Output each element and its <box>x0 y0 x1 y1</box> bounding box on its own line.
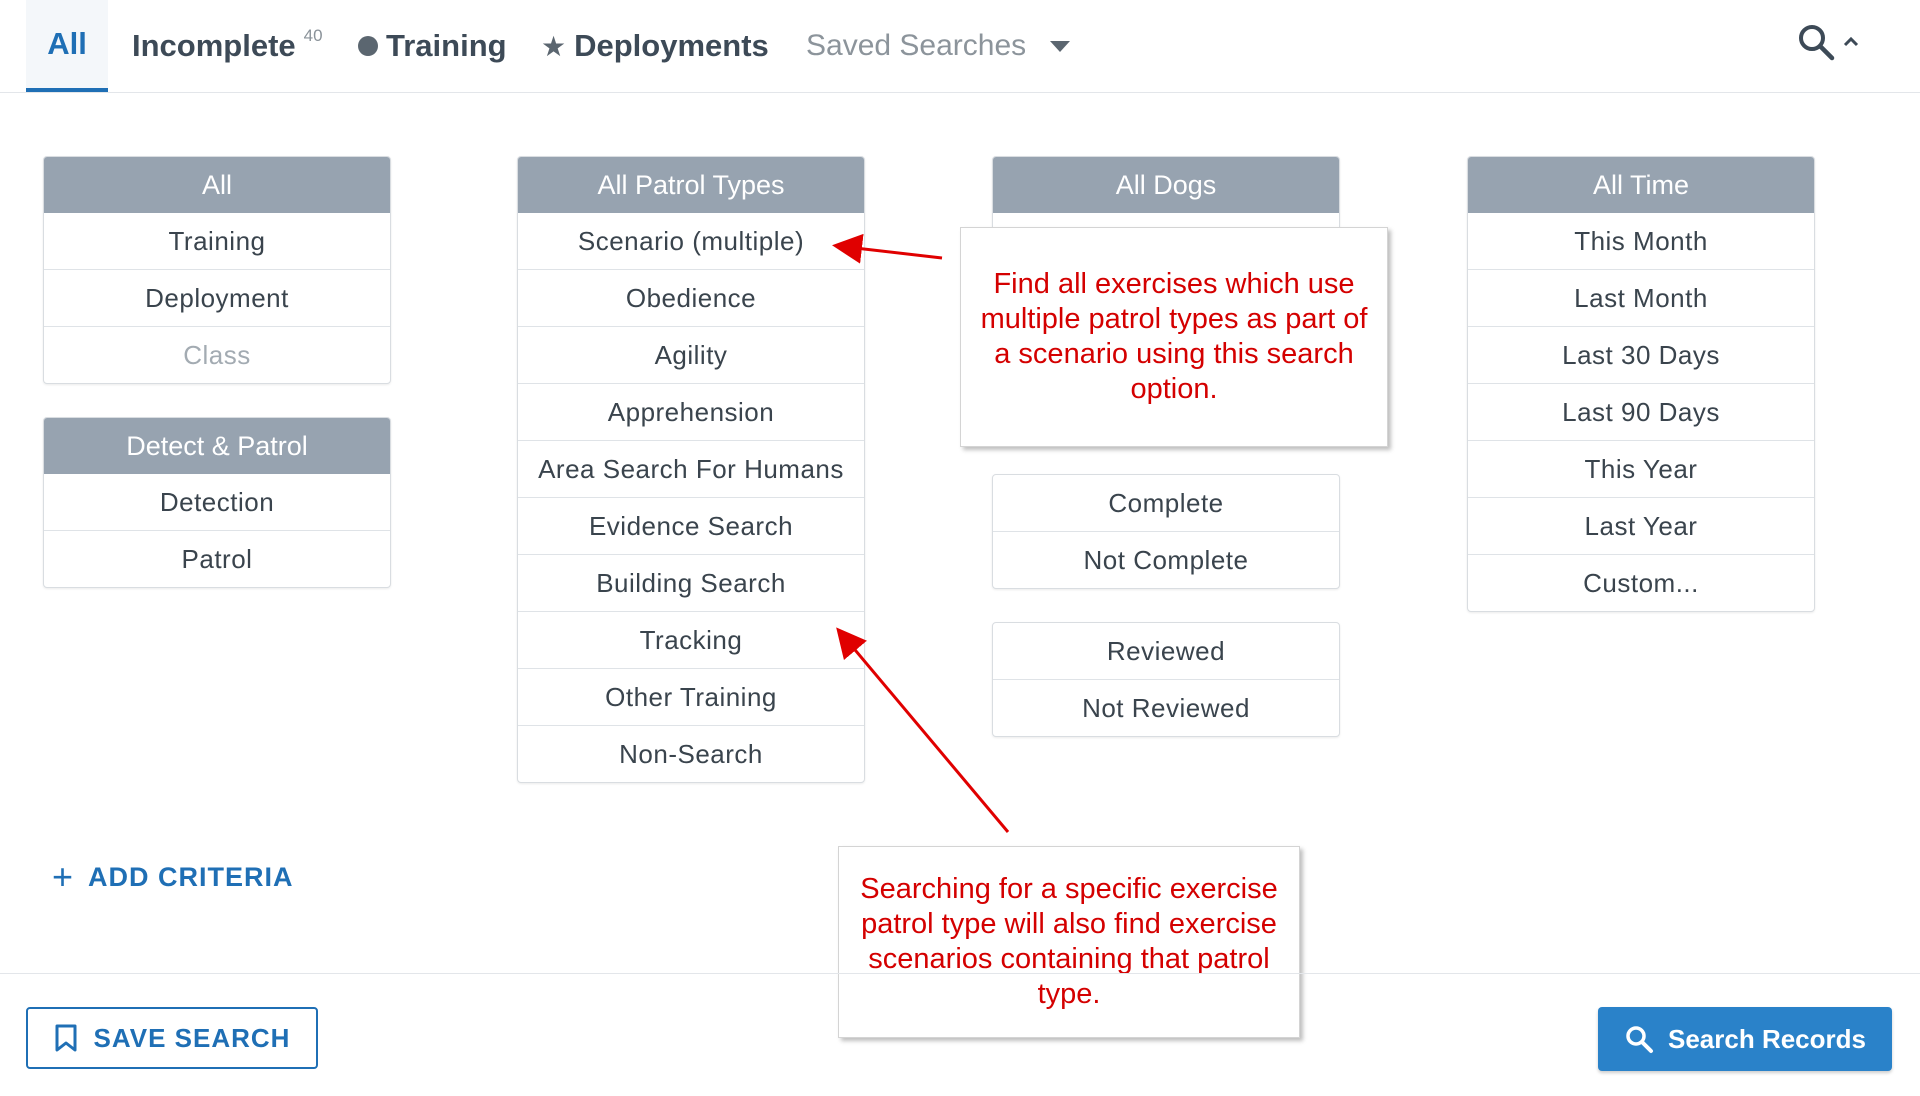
star-icon: ★ <box>541 30 567 62</box>
filter-option-non-search[interactable]: Non-Search <box>518 725 864 782</box>
tab-all[interactable]: All <box>26 0 108 92</box>
filter-option-class[interactable]: Class <box>44 326 390 383</box>
callout-scenario-note: Find all exercises which use multiple pa… <box>960 227 1388 447</box>
search-records-button[interactable]: Search Records <box>1598 1007 1892 1071</box>
filter-group-detect-patrol: Detect & Patrol Detection Patrol <box>43 417 391 588</box>
filter-option-last-year[interactable]: Last Year <box>1468 497 1814 554</box>
filter-option-apprehension[interactable]: Apprehension <box>518 383 864 440</box>
tab-training[interactable]: Training <box>358 0 507 92</box>
filter-option-detection[interactable]: Detection <box>44 474 390 530</box>
filter-option-reviewed[interactable]: Reviewed <box>993 623 1339 679</box>
filter-option-not-reviewed[interactable]: Not Reviewed <box>993 679 1339 736</box>
filter-group-time: All Time This Month Last Month Last 30 D… <box>1467 156 1815 612</box>
tab-deployments-label: Deployments <box>574 28 769 63</box>
incomplete-count-badge: 40 <box>303 26 323 45</box>
filter-group-complete: Complete Not Complete <box>992 474 1340 589</box>
tab-all-label: All <box>47 26 87 61</box>
filter-option-last-90-days[interactable]: Last 90 Days <box>1468 383 1814 440</box>
filter-option-area-search[interactable]: Area Search For Humans <box>518 440 864 497</box>
caret-down-icon <box>1050 40 1071 52</box>
filter-option-complete[interactable]: Complete <box>993 475 1339 531</box>
add-criteria-label: ADD CRITERIA <box>88 861 294 892</box>
filter-option-other-training[interactable]: Other Training <box>518 668 864 725</box>
filter-option-custom[interactable]: Custom... <box>1468 554 1814 611</box>
save-search-label: SAVE SEARCH <box>93 1022 291 1053</box>
filter-option-evidence-search[interactable]: Evidence Search <box>518 497 864 554</box>
filter-option-building-search[interactable]: Building Search <box>518 554 864 611</box>
filter-option-obedience[interactable]: Obedience <box>518 269 864 326</box>
tab-deployments[interactable]: ★ Deployments <box>541 0 769 92</box>
filter-type-header[interactable]: All <box>44 157 390 213</box>
filter-option-last-month[interactable]: Last Month <box>1468 269 1814 326</box>
filter-detect-header[interactable]: Detect & Patrol <box>44 418 390 474</box>
plus-icon: + <box>52 856 75 897</box>
footer-divider <box>0 973 1920 974</box>
filter-option-scenario[interactable]: Scenario (multiple) <box>518 213 864 269</box>
filter-option-this-month[interactable]: This Month <box>1468 213 1814 269</box>
filter-group-type: All Training Deployment Class <box>43 156 391 384</box>
filter-option-patrol[interactable]: Patrol <box>44 530 390 587</box>
tab-incomplete[interactable]: Incomplete 40 <box>132 0 323 92</box>
callout-specific-type-note: Searching for a specific exercise patrol… <box>838 846 1300 1038</box>
add-criteria-button[interactable]: + ADD CRITERIA <box>52 856 294 898</box>
filter-dogs-header[interactable]: All Dogs <box>993 157 1339 213</box>
tab-bar: All Incomplete 40 Training ★ Deployments… <box>0 0 1920 93</box>
chevron-up-icon <box>1843 36 1859 47</box>
filter-option-this-year[interactable]: This Year <box>1468 440 1814 497</box>
search-icon <box>1626 1026 1653 1053</box>
filter-option-tracking[interactable]: Tracking <box>518 611 864 668</box>
filled-circle-icon <box>358 36 378 56</box>
filter-group-patrol-types: All Patrol Types Scenario (multiple) Obe… <box>517 156 865 783</box>
search-icon <box>1799 25 1835 61</box>
filter-option-agility[interactable]: Agility <box>518 326 864 383</box>
filter-time-header[interactable]: All Time <box>1468 157 1814 213</box>
bookmark-icon <box>55 1024 77 1052</box>
arrow-to-tracking <box>836 627 1010 833</box>
save-search-button[interactable]: SAVE SEARCH <box>26 1007 318 1069</box>
filter-option-not-complete[interactable]: Not Complete <box>993 531 1339 588</box>
search-toggle-button[interactable] <box>1796 20 1866 64</box>
saved-searches-dropdown[interactable]: Saved Searches <box>806 0 1071 92</box>
filter-option-training[interactable]: Training <box>44 213 390 269</box>
filter-patrol-header[interactable]: All Patrol Types <box>518 157 864 213</box>
filter-group-reviewed: Reviewed Not Reviewed <box>992 622 1340 737</box>
filter-option-last-30-days[interactable]: Last 30 Days <box>1468 326 1814 383</box>
tab-training-label: Training <box>386 28 507 63</box>
filter-option-deployment[interactable]: Deployment <box>44 269 390 326</box>
tab-incomplete-label: Incomplete <box>132 28 296 63</box>
search-records-label: Search Records <box>1668 1023 1866 1054</box>
saved-searches-label: Saved Searches <box>806 29 1027 62</box>
